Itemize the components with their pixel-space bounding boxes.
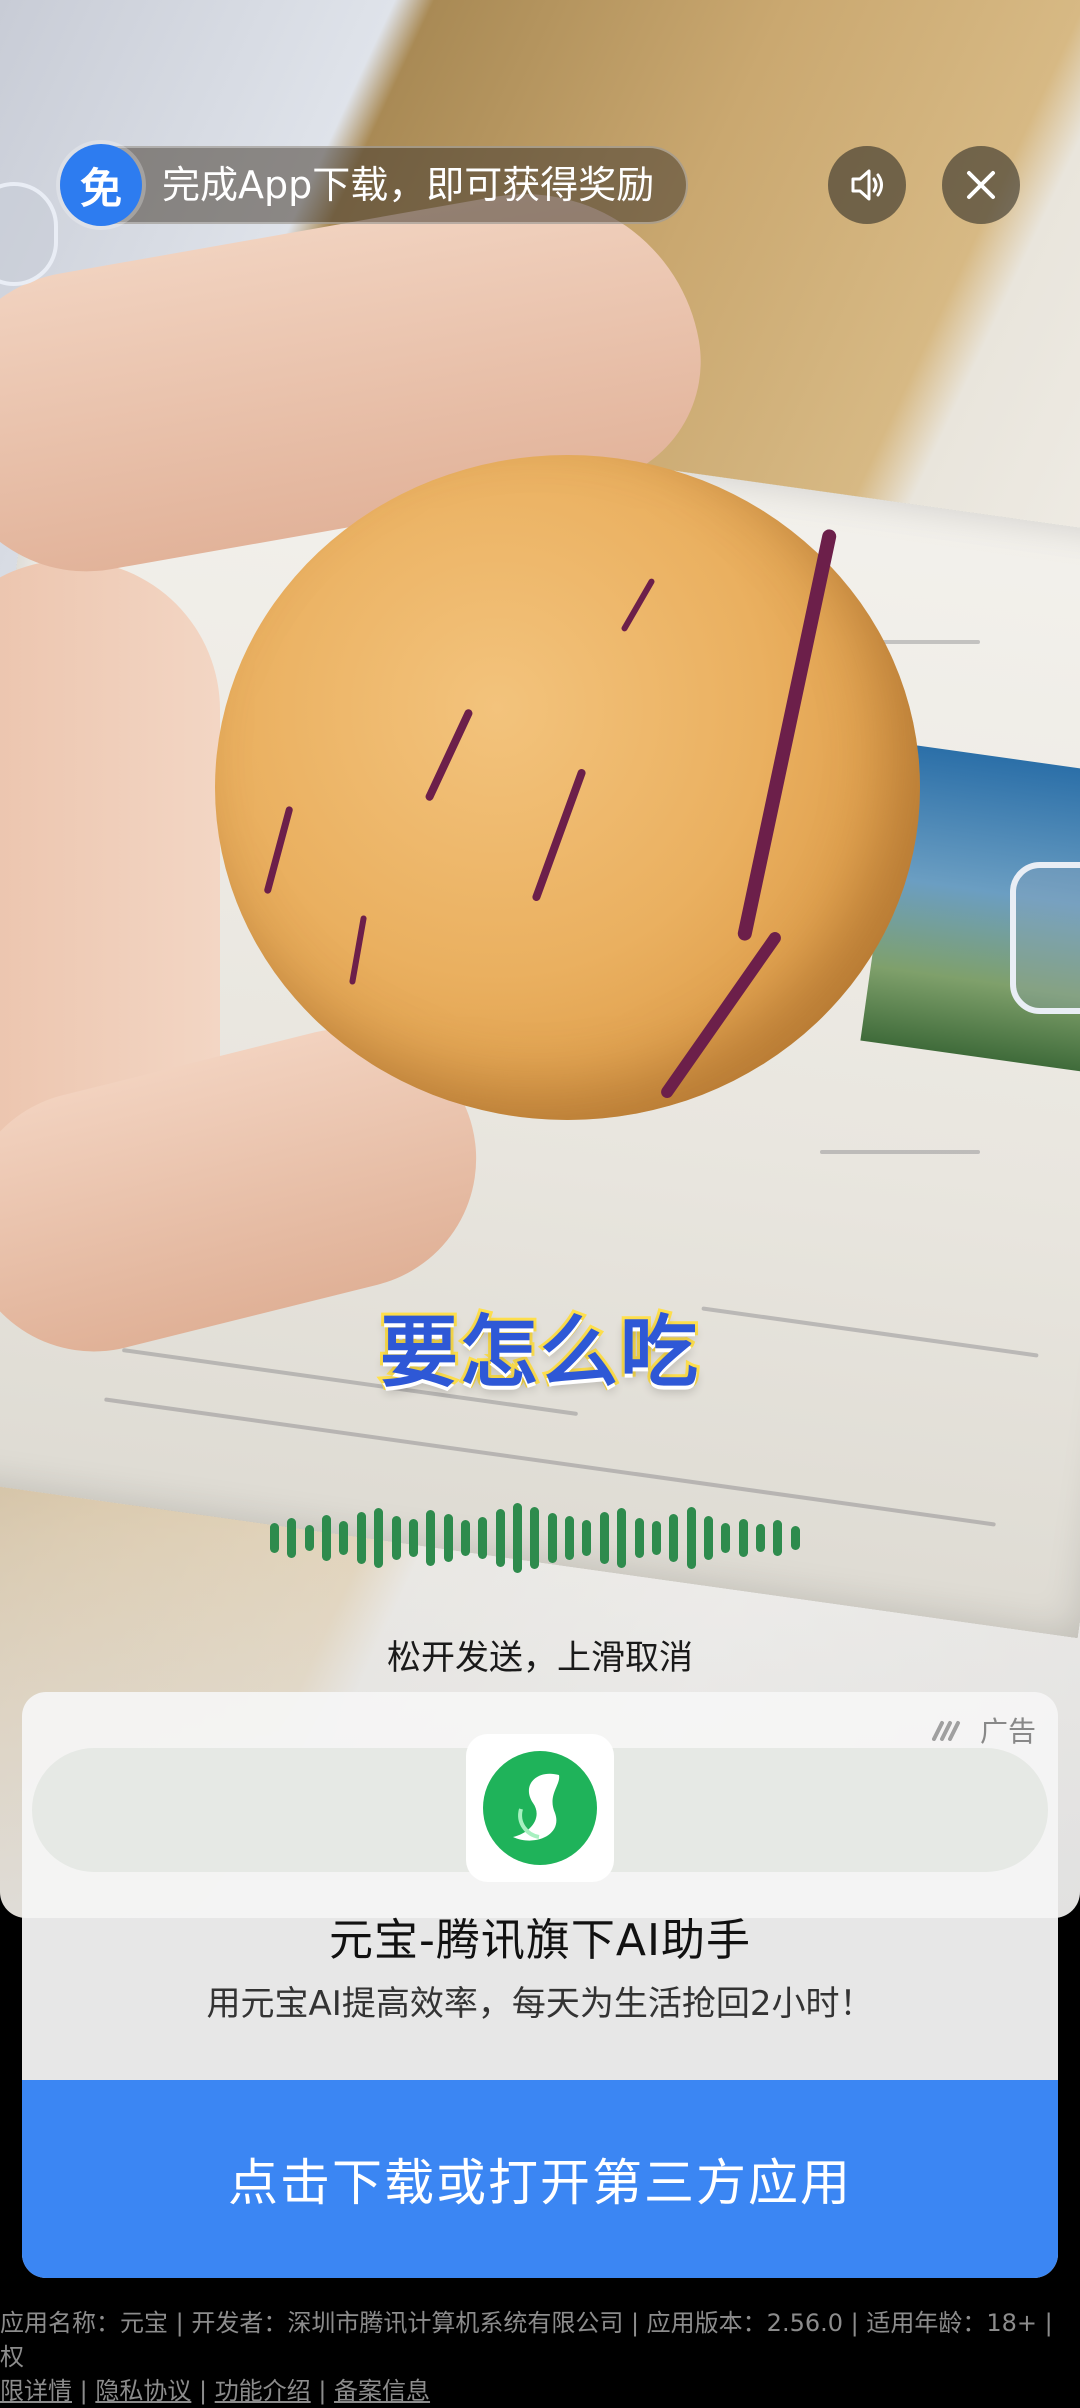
- ad-label: 广告: [931, 1710, 1036, 1750]
- waveform-bar: [599, 1512, 609, 1564]
- footer-separator: |: [191, 2377, 215, 2405]
- waveform-bar: [339, 1521, 349, 1555]
- footer-separator: |: [310, 2377, 335, 2405]
- ad-card[interactable]: 广告 元宝-腾讯旗下AI助手 用元宝AI提高效率，每天为生活抢回2小时！ 点击下…: [22, 1692, 1058, 2278]
- waveform-bar: [391, 1516, 401, 1560]
- ad-tag-text: 广告: [979, 1715, 1036, 1748]
- app-description: 用元宝AI提高效率，每天为生活抢回2小时！: [206, 1984, 874, 2024]
- app-info-line: 应用名称：元宝 | 开发者：深圳市腾讯计算机系统有限公司 | 应用版本：2.56…: [0, 2309, 1053, 2371]
- waveform-bar: [617, 1508, 627, 1568]
- waveform-bar: [651, 1521, 661, 1555]
- filing-info-link[interactable]: 备案信息: [334, 2377, 430, 2405]
- waveform-bar: [669, 1514, 679, 1562]
- waveform-bar: [495, 1509, 505, 1567]
- waveform-bar: [426, 1510, 436, 1566]
- close-button[interactable]: [942, 146, 1020, 224]
- waveform-bar: [356, 1512, 366, 1564]
- speaker-icon: [851, 169, 883, 201]
- waveform-bar: [374, 1508, 384, 1568]
- waveform-bar: [478, 1517, 488, 1559]
- waveform-bar: [565, 1516, 575, 1560]
- voice-waveform: [270, 1498, 800, 1578]
- waveform-bar: [703, 1516, 713, 1560]
- waveform-bar: [756, 1524, 766, 1552]
- voice-hint: 松开发送，上滑取消: [387, 1638, 693, 1678]
- waveform-bar: [547, 1513, 557, 1563]
- features-link[interactable]: 功能介绍: [215, 2377, 311, 2405]
- app-name: 元宝-腾讯旗下AI助手: [329, 1915, 751, 1966]
- book-text-line: [820, 1150, 980, 1154]
- waveform-bar: [287, 1518, 297, 1558]
- waveform-bar: [460, 1520, 470, 1556]
- waveform-bar: [304, 1525, 314, 1551]
- waveform-bar: [582, 1520, 592, 1556]
- video-caption: 要怎么吃: [377, 1305, 701, 1401]
- waveform-bar: [790, 1526, 800, 1550]
- waveform-bar: [721, 1523, 731, 1553]
- yuanbao-logo-icon: [483, 1751, 597, 1865]
- app-info-footer: 应用名称：元宝 | 开发者：深圳市腾讯计算机系统有限公司 | 应用版本：2.56…: [0, 2306, 1080, 2408]
- free-badge: 免: [60, 144, 142, 226]
- floating-widget-right[interactable]: [1010, 862, 1080, 1014]
- app-icon[interactable]: [466, 1734, 614, 1882]
- waveform-bar: [408, 1519, 418, 1557]
- waveform-bar: [443, 1514, 453, 1562]
- waveform-bar: [513, 1503, 523, 1573]
- waveform-bar: [634, 1518, 644, 1558]
- waveform-bar: [686, 1507, 696, 1569]
- privacy-link[interactable]: 隐私协议: [95, 2377, 191, 2405]
- download-button[interactable]: 点击下载或打开第三方应用: [22, 2080, 1058, 2278]
- sound-button[interactable]: [828, 146, 906, 224]
- close-icon: [967, 171, 995, 199]
- reward-text: 完成App下载，即可获得奖励: [162, 163, 655, 207]
- waveform-bar: [270, 1523, 279, 1553]
- permissions-link[interactable]: 限详情: [0, 2377, 72, 2405]
- waveform-bar: [322, 1515, 332, 1561]
- ad-mark-icon: [931, 1721, 960, 1741]
- footer-separator: |: [72, 2377, 96, 2405]
- waveform-bar: [738, 1519, 748, 1557]
- waveform-bar: [773, 1520, 783, 1556]
- waveform-bar: [530, 1507, 540, 1569]
- pepino-fruit: [215, 455, 920, 1120]
